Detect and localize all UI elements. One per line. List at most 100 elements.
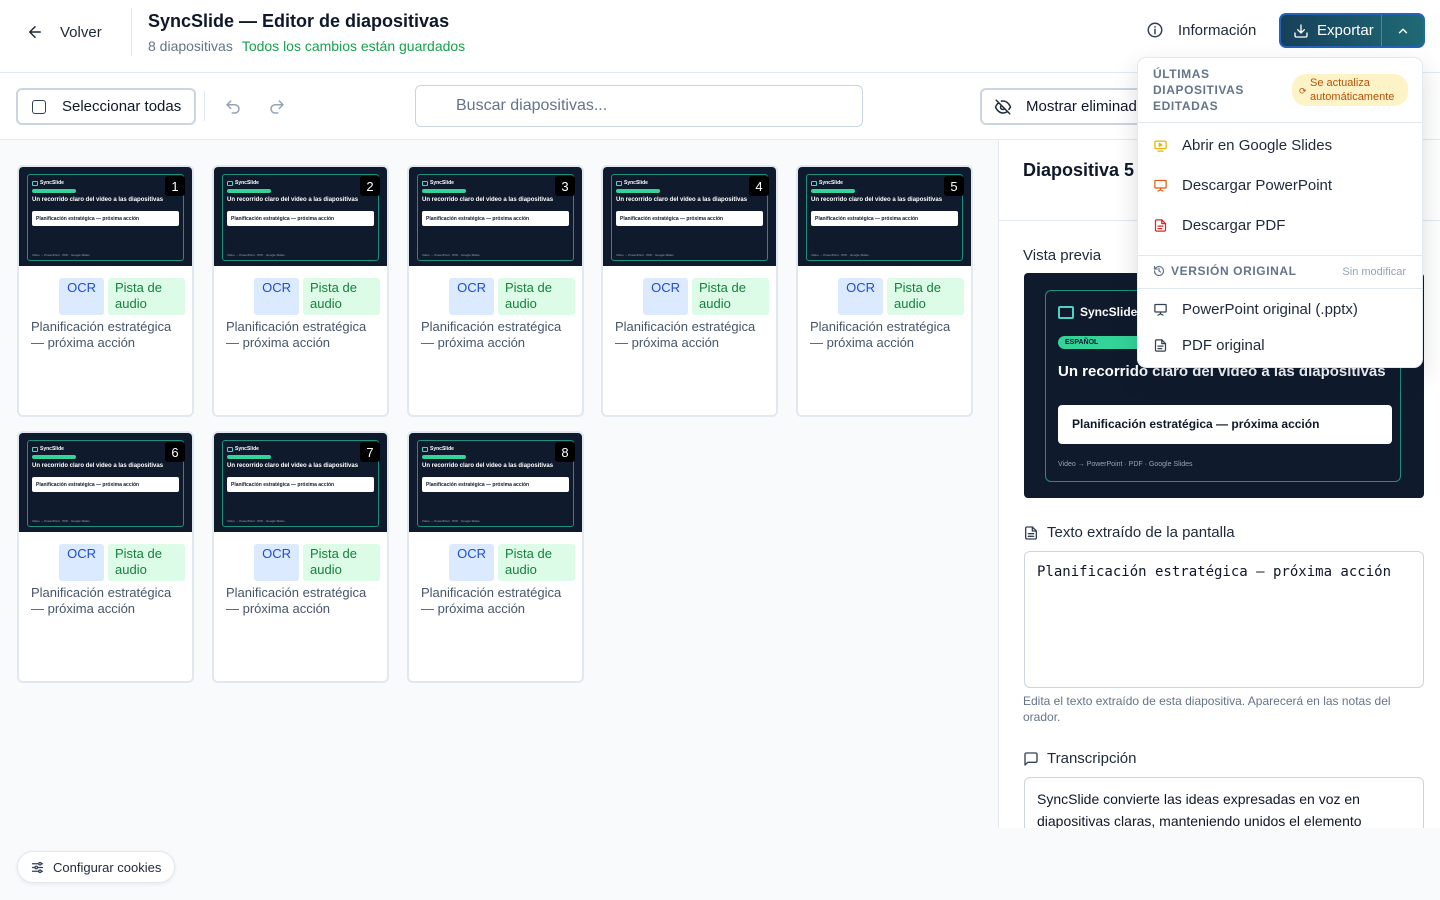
- thumbnail-frame: SyncSlide Un recorrido claro del video a…: [222, 440, 379, 527]
- pdf-label: Descargar PDF: [1182, 217, 1286, 234]
- back-button[interactable]: Volver: [26, 20, 102, 44]
- slide-tags: OCR Pista de audio: [838, 278, 964, 315]
- select-all-label: Seleccionar todas: [62, 98, 182, 115]
- undo-icon: [226, 100, 240, 114]
- auto-update-badge: ⟳ Se actualiza automáticamente: [1292, 74, 1408, 106]
- language-pill: ESPAÑOL: [1058, 336, 1146, 349]
- open-google-slides-item[interactable]: Abrir en Google Slides: [1153, 137, 1332, 154]
- ocr-section-label: Texto extraído de la pantalla: [1023, 524, 1235, 541]
- thumbnail-brand: SyncSlide: [430, 446, 454, 452]
- slide-number-badge: 5: [944, 176, 964, 196]
- logo-icon: [227, 180, 233, 186]
- ocr-tag: OCR: [59, 544, 104, 581]
- thumbnail-box: Planificación estratégica — próxima acci…: [227, 477, 374, 492]
- slide-title: Planificación estratégica — próxima acci…: [31, 585, 172, 616]
- thumbnail-logo: SyncSlide: [422, 180, 454, 186]
- slide-card[interactable]: SyncSlide Un recorrido claro del video a…: [17, 431, 194, 683]
- ocr-tag: OCR: [643, 278, 688, 315]
- dropdown-divider: [1138, 288, 1422, 289]
- recent-slides-header: Últimas diapositivas editadas: [1153, 67, 1244, 113]
- pdf-icon: [1154, 219, 1167, 232]
- slide-title: Planificación estratégica — próxima acci…: [31, 319, 172, 350]
- transcript-label: Transcripción: [1047, 750, 1137, 767]
- language-pill: [616, 189, 660, 193]
- unmodified-label: Sin modificar: [1342, 266, 1406, 278]
- transcript-text-field[interactable]: SyncSlide convierte las ideas expresadas…: [1024, 777, 1424, 828]
- cookie-label: Configurar cookies: [53, 859, 162, 875]
- preview-footer: Video → PowerPoint · PDF · Google Slides: [1058, 461, 1193, 468]
- ocr-help-text: Edita el texto extraído de esta diaposit…: [1023, 694, 1391, 724]
- slide-card[interactable]: SyncSlide Un recorrido claro del video a…: [796, 165, 973, 417]
- undo-button[interactable]: [223, 97, 243, 117]
- language-pill: [422, 455, 466, 459]
- info-icon: [1147, 22, 1163, 38]
- thumbnail-logo: SyncSlide: [32, 446, 64, 452]
- slide-card[interactable]: SyncSlide Un recorrido claro del video a…: [407, 431, 584, 683]
- thumbnail-heading: Un recorrido claro del video a las diapo…: [616, 197, 748, 203]
- slide-number-badge: 3: [555, 176, 575, 196]
- logo-icon: [422, 180, 428, 186]
- preview-brand: SyncSlide: [1080, 305, 1138, 319]
- slide-thumbnail: SyncSlide Un recorrido claro del video a…: [214, 433, 387, 532]
- thumbnail-logo: SyncSlide: [616, 180, 648, 186]
- language-pill: [32, 189, 76, 193]
- slide-tags: OCR Pista de audio: [59, 544, 185, 581]
- info-button[interactable]: Información: [1146, 21, 1256, 39]
- audio-tag: Pista de audio: [108, 544, 185, 581]
- slide-tags: OCR Pista de audio: [254, 278, 380, 315]
- search-input[interactable]: [415, 85, 863, 127]
- slide-count: 8 diapositivas: [148, 38, 233, 54]
- slide-thumbnail: SyncSlide Un recorrido claro del video a…: [798, 167, 971, 266]
- slide-card[interactable]: SyncSlide Un recorrido claro del video a…: [601, 165, 778, 417]
- thumbnail-box: Planificación estratégica — próxima acci…: [422, 477, 569, 492]
- slide-title: Planificación estratégica — próxima acci…: [421, 585, 562, 616]
- slide-thumbnail: SyncSlide Un recorrido claro del video a…: [409, 433, 582, 532]
- original-pdf-label: PDF original: [1182, 337, 1265, 354]
- slide-card[interactable]: SyncSlide Un recorrido claro del video a…: [407, 165, 584, 417]
- language-pill: [227, 189, 271, 193]
- slide-card[interactable]: SyncSlide Un recorrido claro del video a…: [212, 431, 389, 683]
- thumbnail-brand: SyncSlide: [624, 180, 648, 186]
- document-meta: 8 diapositivas Todos los cambios están g…: [148, 38, 465, 54]
- slide-card[interactable]: SyncSlide Un recorrido claro del video a…: [17, 165, 194, 417]
- language-pill: [227, 455, 271, 459]
- original-version-header: Versión original: [1153, 264, 1297, 278]
- export-menu-toggle[interactable]: [1381, 15, 1423, 46]
- thumbnail-footer: Video → PowerPoint · PDF · Google Slides: [811, 253, 869, 257]
- google-slides-label: Abrir en Google Slides: [1182, 137, 1333, 154]
- download-pdf-item[interactable]: Descargar PDF: [1153, 217, 1285, 234]
- thumbnail-brand: SyncSlide: [40, 180, 64, 186]
- slide-thumbnail: SyncSlide Un recorrido claro del video a…: [19, 167, 192, 266]
- preview-box: Planificación estratégica — próxima acci…: [1058, 405, 1392, 444]
- cookie-settings-button[interactable]: Configurar cookies: [17, 851, 175, 883]
- slide-thumbnail: SyncSlide Un recorrido claro del video a…: [214, 167, 387, 266]
- thumbnail-box: Planificación estratégica — próxima acci…: [32, 477, 179, 492]
- slide-grid: SyncSlide Un recorrido claro del video a…: [0, 140, 998, 900]
- show-deleted-label: Mostrar eliminadas: [1026, 98, 1153, 115]
- dropdown-divider: [1138, 255, 1422, 256]
- audio-tag: Pista de audio: [692, 278, 769, 315]
- export-button[interactable]: Exportar: [1279, 13, 1425, 48]
- redo-icon: [270, 100, 284, 114]
- original-pptx-item[interactable]: PowerPoint original (.pptx): [1153, 301, 1358, 318]
- thumbnail-frame: SyncSlide Un recorrido claro del video a…: [806, 174, 963, 261]
- dropdown-divider: [1138, 122, 1422, 123]
- preview-logo: SyncSlide: [1058, 305, 1137, 319]
- ocr-text-field[interactable]: Planificación estratégica — próxima acci…: [1024, 551, 1424, 688]
- original-pptx-label: PowerPoint original (.pptx): [1182, 301, 1358, 318]
- thumbnail-heading: Un recorrido claro del video a las diapo…: [811, 197, 943, 203]
- document-icon: [1154, 339, 1167, 352]
- logo-icon: [32, 446, 38, 452]
- powerpoint-label: Descargar PowerPoint: [1182, 177, 1333, 194]
- thumbnail-footer: Video → PowerPoint · PDF · Google Slides: [422, 519, 480, 523]
- thumbnail-footer: Video → PowerPoint · PDF · Google Slides: [422, 253, 480, 257]
- download-powerpoint-item[interactable]: Descargar PowerPoint: [1153, 177, 1332, 194]
- thumbnail-heading: Un recorrido claro del video a las diapo…: [32, 197, 164, 203]
- select-all-button[interactable]: Seleccionar todas: [16, 88, 196, 125]
- slide-number-badge: 2: [360, 176, 380, 196]
- slide-card[interactable]: SyncSlide Un recorrido claro del video a…: [212, 165, 389, 417]
- auto-update-label: Se actualiza automáticamente: [1310, 77, 1395, 103]
- redo-button[interactable]: [267, 97, 287, 117]
- slide-thumbnail: SyncSlide Un recorrido claro del video a…: [19, 433, 192, 532]
- original-pdf-item[interactable]: PDF original: [1153, 337, 1265, 354]
